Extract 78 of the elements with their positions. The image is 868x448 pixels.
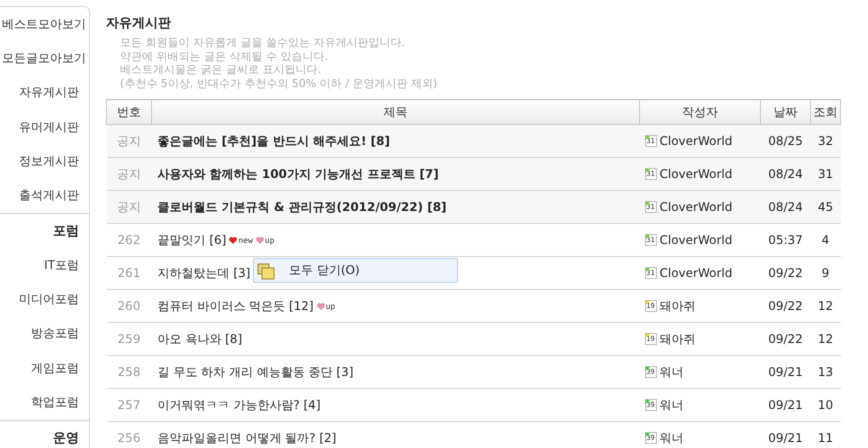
sidebar-item[interactable]: 학업포럼	[0, 385, 89, 420]
folders-icon	[257, 262, 277, 280]
post-date: 09/21	[760, 388, 810, 422]
sidebar-section-heading: 포럼	[0, 212, 89, 248]
post-title[interactable]: 아오 욕나와 [8]	[152, 332, 242, 346]
sidebar-item[interactable]: 방송포럼	[0, 316, 89, 351]
sidebar-item[interactable]: 모든글모아보기	[0, 41, 89, 76]
column-header[interactable]: 조회	[810, 100, 840, 124]
post-date: 09/22	[760, 290, 810, 322]
sidebar-section-heading: 운영	[0, 420, 89, 448]
post-number: 258	[106, 356, 152, 388]
post-date: 09/21	[760, 422, 810, 448]
post-date: 08/24	[760, 190, 810, 224]
author-name[interactable]: 워너	[660, 396, 684, 414]
post-title[interactable]: 이거뭐엮ㅋㅋ 가능한사람? [4]	[152, 398, 320, 412]
post-number: 259	[106, 322, 152, 356]
author-name[interactable]: 돼아쥐	[660, 330, 696, 348]
sidebar-item[interactable]: 정보게시판	[0, 144, 89, 178]
column-header[interactable]: 번호	[106, 100, 152, 124]
column-header[interactable]: 작성자	[640, 100, 760, 124]
post-number: 257	[106, 388, 152, 422]
view-count: 45	[810, 190, 840, 224]
menu-item[interactable]: 모두 닫기(O)	[254, 259, 457, 282]
sidebar-item[interactable]: 베스트모아보기	[0, 7, 89, 42]
post-date: 08/25	[760, 124, 810, 158]
author-name[interactable]: CloverWorld	[660, 266, 732, 280]
post-tag: new	[229, 236, 253, 244]
post-date: 08/24	[760, 158, 810, 190]
heart-icon	[316, 302, 325, 310]
post-date: 09/22	[760, 322, 810, 356]
post-number: 공지	[106, 124, 152, 158]
post-title[interactable]: 끝말잇기 [6]	[152, 232, 226, 246]
board-description: 약관에 위배되는 글은 삭제될 수 있습니다.	[119, 50, 329, 63]
post-date: 05:37	[760, 224, 810, 256]
author-name[interactable]: 돼아쥐	[660, 298, 696, 314]
view-count: 13	[810, 356, 840, 388]
heart-icon	[256, 236, 264, 244]
view-count: 10	[810, 388, 840, 422]
sidebar-item[interactable]: IT포럼	[0, 248, 89, 282]
heart-icon	[229, 236, 238, 244]
post-title[interactable]: 음악파일올리면 어떻게 될까? [2]	[152, 430, 336, 444]
post-number: 공지	[106, 190, 152, 224]
post-date: 09/21	[760, 356, 810, 388]
post-number: 260	[106, 290, 152, 322]
post-number: 256	[106, 422, 152, 448]
post-tag: up	[316, 302, 336, 310]
column-header[interactable]: 제목	[152, 100, 640, 124]
author-name[interactable]: CloverWorld	[660, 167, 732, 181]
view-count: 9	[810, 256, 840, 290]
author-name[interactable]: CloverWorld	[660, 134, 732, 148]
sidebar-item[interactable]: 자유게시판	[0, 76, 89, 110]
sidebar-item[interactable]: 미디어포럼	[0, 282, 89, 317]
sidebar-item[interactable]: 게임포럼	[0, 350, 89, 386]
author-name[interactable]: 워너	[660, 430, 684, 446]
board-description: 베스트게시물은 굵은 글씨로 표시됩니다.	[119, 63, 322, 76]
post-title[interactable]: 지하철탔는데 [3]	[152, 266, 250, 280]
post-date: 09/22	[760, 256, 810, 290]
sidebar-item[interactable]: 유머게시판	[0, 110, 89, 144]
post-title[interactable]: 컴퓨터 바이러스 먹은듯 [12]	[152, 298, 314, 312]
view-count: 12	[810, 322, 840, 356]
view-count: 4	[810, 224, 840, 256]
post-tag: up	[256, 236, 274, 244]
view-count: 11	[810, 422, 840, 448]
post-number: 262	[106, 224, 152, 256]
author-name[interactable]: CloverWorld	[660, 233, 732, 247]
author-name[interactable]: CloverWorld	[660, 200, 732, 214]
author-name[interactable]: 워너	[660, 364, 684, 380]
board-description: (추천수 5이상, 반대수가 추천수의 50% 이하 / 운영게시판 제외)	[119, 76, 438, 90]
view-count: 12	[810, 290, 840, 322]
view-count: 32	[810, 124, 840, 158]
post-number: 공지	[106, 158, 152, 190]
board-description: 모든 회원들이 자유롭게 글을 쓸수있는 자유게시판입니다.	[119, 36, 406, 50]
sidebar-item[interactable]: 출석게시판	[0, 178, 89, 213]
board-title: 자유게시판	[106, 15, 172, 32]
view-count: 31	[810, 158, 840, 190]
post-number: 261	[106, 256, 152, 290]
column-header[interactable]: 날짜	[760, 100, 810, 124]
post-title[interactable]: 길 무도 하차 개리 예능활동 중단 [3]	[152, 364, 354, 378]
